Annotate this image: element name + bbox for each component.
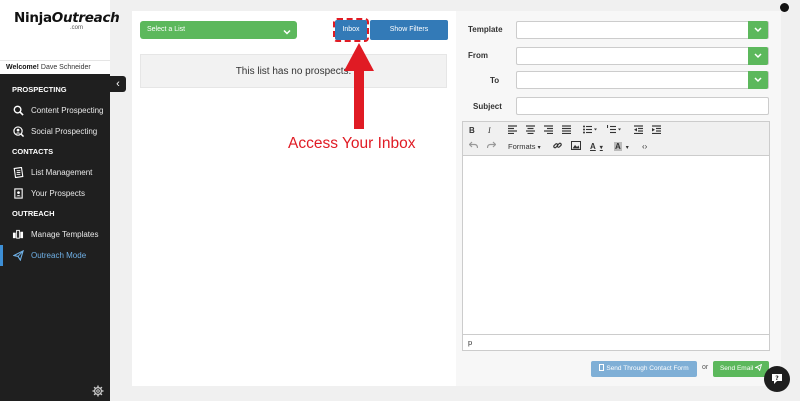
sidebar-item-manage-templates[interactable]: Manage Templates [0, 224, 110, 245]
search-icon [12, 105, 24, 117]
select-list-placeholder: Select a List [147, 26, 186, 33]
compose-panel: Template From To Subject B I Formats ▾ A… [456, 11, 781, 386]
outdent-icon[interactable] [634, 125, 643, 137]
bold-button[interactable]: B [469, 125, 475, 137]
send-email-label: Send Email [719, 365, 754, 372]
empty-list-message: This list has no prospects. [140, 54, 447, 88]
chevron-down-icon [283, 26, 291, 44]
logo-text: NinjaOutreach [14, 10, 120, 26]
sidebar-item-label: Your Prospects [31, 189, 85, 198]
sidebar-item-label: Content Prospecting [31, 106, 104, 115]
chat-icon: ? [772, 374, 782, 384]
sidebar-item-content-prospecting[interactable]: Content Prospecting [0, 100, 110, 121]
sidebar-item-label: Manage Templates [31, 230, 99, 239]
person-search-icon [12, 126, 24, 138]
source-code-icon[interactable]: ‹› [642, 141, 647, 153]
logo-ninja: Ninja [14, 10, 52, 26]
chevron-down-icon [754, 53, 762, 59]
chat-support-button[interactable]: ? [764, 366, 790, 392]
to-select[interactable] [516, 71, 769, 89]
chevron-down-icon [754, 27, 762, 33]
undo-icon[interactable] [468, 141, 479, 153]
from-label: From [468, 51, 488, 60]
logo-outreach: Outreach [51, 10, 120, 26]
chevron-down-icon [754, 77, 762, 83]
or-separator: or [702, 364, 709, 371]
settings-gear-icon[interactable] [92, 385, 104, 397]
annotation-text: Access Your Inbox [288, 135, 416, 152]
document-icon [599, 364, 605, 371]
section-prospecting: PROSPECTING [12, 85, 67, 94]
welcome-bar: Welcome! Dave Schneider [0, 60, 110, 74]
send-email-button[interactable]: Send Email [713, 361, 769, 377]
sidebar-item-label: Outreach Mode [31, 251, 87, 260]
svg-text:?: ? [775, 375, 779, 382]
inbox-button[interactable]: Inbox [333, 18, 369, 42]
prospect-list-panel: Select a List Inbox Show Filters This li… [132, 11, 456, 386]
editor-status-path: p [463, 334, 769, 350]
templates-icon [12, 229, 24, 241]
logo[interactable]: NinjaOutreach .com [0, 0, 120, 60]
bullet-list-icon[interactable] [583, 125, 598, 137]
sidebar-item-label: Social Prospecting [31, 127, 98, 136]
sidebar-item-label: List Management [31, 168, 93, 177]
sidebar-item-outreach-mode[interactable]: Outreach Mode [0, 245, 110, 266]
send-through-contact-form-button[interactable]: Send Through Contact Form [591, 361, 697, 377]
numbered-list-icon[interactable] [606, 125, 622, 137]
sidebar-item-your-prospects[interactable]: Your Prospects [0, 183, 110, 204]
section-contacts: CONTACTS [12, 147, 54, 156]
show-filters-button[interactable]: Show Filters [370, 20, 448, 40]
notification-bell-icon[interactable] [780, 3, 789, 12]
list-icon [12, 167, 24, 179]
welcome-prefix: Welcome! [6, 64, 39, 71]
template-label: Template [468, 25, 503, 34]
from-select[interactable] [516, 47, 769, 65]
editor-content-area[interactable] [463, 156, 769, 334]
sidebar-item-list-management[interactable]: List Management [0, 162, 110, 183]
subject-input[interactable] [516, 97, 769, 115]
text-color-icon[interactable]: A ▾ [590, 141, 603, 153]
image-icon[interactable] [571, 141, 581, 153]
user-name: Dave Schneider [40, 64, 91, 71]
align-right-icon[interactable] [544, 125, 553, 137]
contact-card-icon [12, 188, 24, 200]
formats-label: Formats [508, 142, 536, 151]
email-body-editor: B I Formats ▾ A ▾ A ▾ ‹› p [462, 121, 770, 351]
sidebar-collapse-button[interactable]: ‹ [110, 76, 126, 92]
paper-plane-icon [12, 250, 24, 262]
align-justify-icon[interactable] [562, 125, 571, 137]
align-left-icon[interactable] [508, 125, 517, 137]
annotation-arrow-icon [344, 43, 374, 129]
caret-down-icon: ▾ [537, 145, 541, 151]
caret-down-icon: ▾ [625, 145, 629, 151]
align-center-icon[interactable] [526, 125, 535, 137]
link-icon[interactable] [553, 141, 562, 153]
background-color-icon[interactable]: A ▾ [614, 141, 629, 153]
formats-dropdown[interactable]: Formats ▾ [508, 141, 541, 153]
section-outreach: OUTREACH [12, 209, 55, 218]
contact-form-label: Send Through Contact Form [606, 365, 689, 372]
from-dropdown-toggle[interactable] [748, 47, 768, 65]
to-dropdown-toggle[interactable] [748, 71, 768, 89]
caret-down-icon: ▾ [599, 145, 603, 151]
italic-button[interactable]: I [488, 125, 491, 137]
indent-icon[interactable] [652, 125, 661, 137]
template-dropdown-toggle[interactable] [748, 21, 768, 39]
template-select[interactable] [516, 21, 769, 39]
select-list-dropdown[interactable]: Select a List [140, 21, 297, 39]
editor-toolbar: B I Formats ▾ A ▾ A ▾ ‹› [463, 122, 769, 156]
to-label: To [490, 76, 500, 85]
sidebar-item-social-prospecting[interactable]: Social Prospecting [0, 121, 110, 142]
sidebar: NinjaOutreach .com Welcome! Dave Schneid… [0, 0, 120, 401]
redo-icon[interactable] [486, 141, 497, 153]
paper-plane-icon [754, 363, 763, 372]
subject-label: Subject [473, 102, 502, 111]
